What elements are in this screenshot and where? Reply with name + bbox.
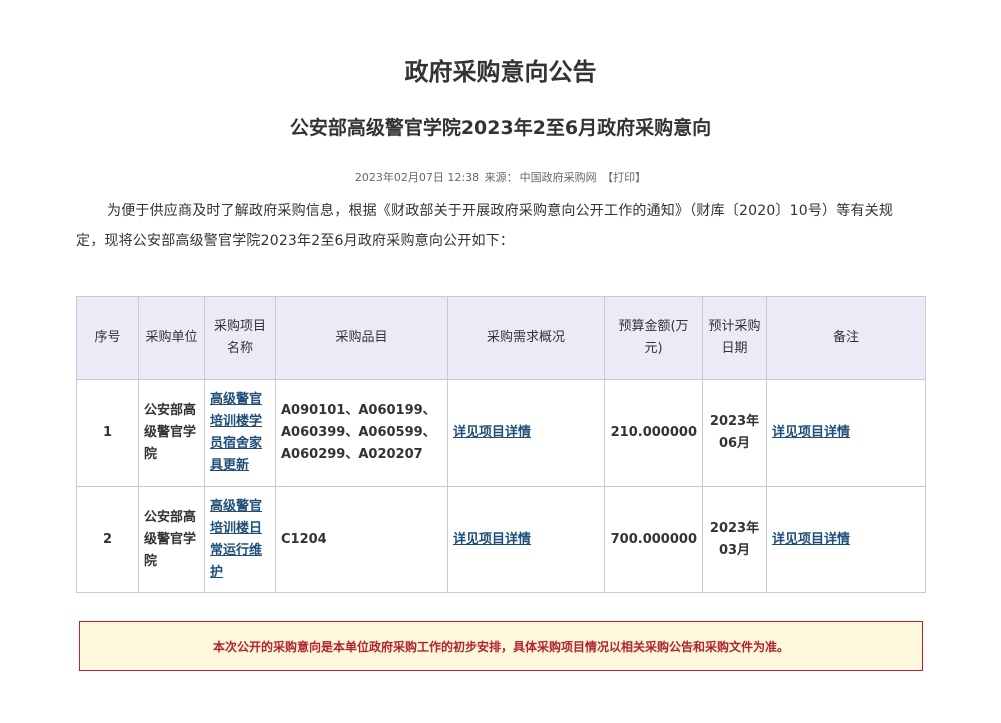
procurement-table: 序号 采购单位 采购项目名称 采购品目 采购需求概况 预算金额(万元) 预计采购…: [76, 296, 926, 593]
page-subtitle: 公安部高级警官学院2023年2至6月政府采购意向: [289, 117, 712, 139]
cell-remark: 详见项目详情: [766, 486, 926, 593]
cell-unit: 公安部高级警官学院: [138, 486, 205, 593]
remark-link[interactable]: 详见项目详情: [772, 425, 850, 440]
print-link[interactable]: 【打印】: [602, 171, 646, 184]
requirement-link[interactable]: 详见项目详情: [453, 532, 531, 547]
source-label: 来源：: [484, 171, 518, 184]
cell-date: 2023年06月: [702, 379, 767, 487]
notice-text: 本次公开的采购意向是本单位政府采购工作的初步安排，具体采购项目情况以相关采购公告…: [212, 639, 789, 654]
cell-project: 高级警官培训楼日常运行维护: [204, 486, 276, 593]
cell-requirement: 详见项目详情: [447, 379, 605, 487]
publish-datetime: 2023年02月07日 12:38: [354, 171, 480, 184]
cell-items: C1204: [275, 486, 448, 593]
table-row: 1 公安部高级警官学院 高级警官培训楼学员宿舍家具更新 A090101、A060…: [76, 379, 926, 487]
header-date: 预计采购日期: [702, 296, 767, 380]
intro-paragraph: 为便于供应商及时了解政府采购信息，根据《财政部关于开展政府采购意向公开工作的通知…: [76, 203, 894, 249]
cell-project: 高级警官培训楼学员宿舍家具更新: [204, 379, 276, 487]
cell-requirement: 详见项目详情: [447, 486, 605, 593]
source-name: 中国政府采购网: [519, 171, 597, 184]
header-requirement: 采购需求概况: [447, 296, 605, 380]
remark-link[interactable]: 详见项目详情: [772, 532, 850, 547]
header-remark: 备注: [766, 296, 926, 380]
cell-seq: 1: [76, 379, 139, 487]
header-items: 采购品目: [275, 296, 448, 380]
cell-items: A090101、A060199、A060399、A060599、A060299、…: [275, 379, 448, 487]
header-seq: 序号: [76, 296, 139, 380]
header-budget: 预算金额(万元): [604, 296, 703, 380]
requirement-link[interactable]: 详见项目详情: [453, 425, 531, 440]
publish-meta: 2023年02月07日 12:38 来源： 中国政府采购网 【打印】: [0, 169, 1001, 185]
cell-budget: 210.000000: [604, 379, 703, 487]
cell-date: 2023年03月: [702, 486, 767, 593]
header-unit: 采购单位: [138, 296, 205, 380]
project-link[interactable]: 高级警官培训楼学员宿舍家具更新: [210, 392, 262, 473]
notice-box: 本次公开的采购意向是本单位政府采购工作的初步安排，具体采购项目情况以相关采购公告…: [79, 621, 923, 671]
project-link[interactable]: 高级警官培训楼日常运行维护: [210, 499, 262, 580]
cell-budget: 700.000000: [604, 486, 703, 593]
header-project: 采购项目名称: [204, 296, 276, 380]
table-header-row: 序号 采购单位 采购项目名称 采购品目 采购需求概况 预算金额(万元) 预计采购…: [76, 296, 926, 380]
cell-remark: 详见项目详情: [766, 379, 926, 487]
page-title: 政府采购意向公告: [404, 58, 597, 86]
page: 政府采购意向公告 公安部高级警官学院2023年2至6月政府采购意向 2023年0…: [0, 0, 1001, 723]
table-row: 2 公安部高级警官学院 高级警官培训楼日常运行维护 C1204 详见项目详情 7…: [76, 486, 926, 593]
cell-seq: 2: [76, 486, 139, 593]
cell-unit: 公安部高级警官学院: [138, 379, 205, 487]
